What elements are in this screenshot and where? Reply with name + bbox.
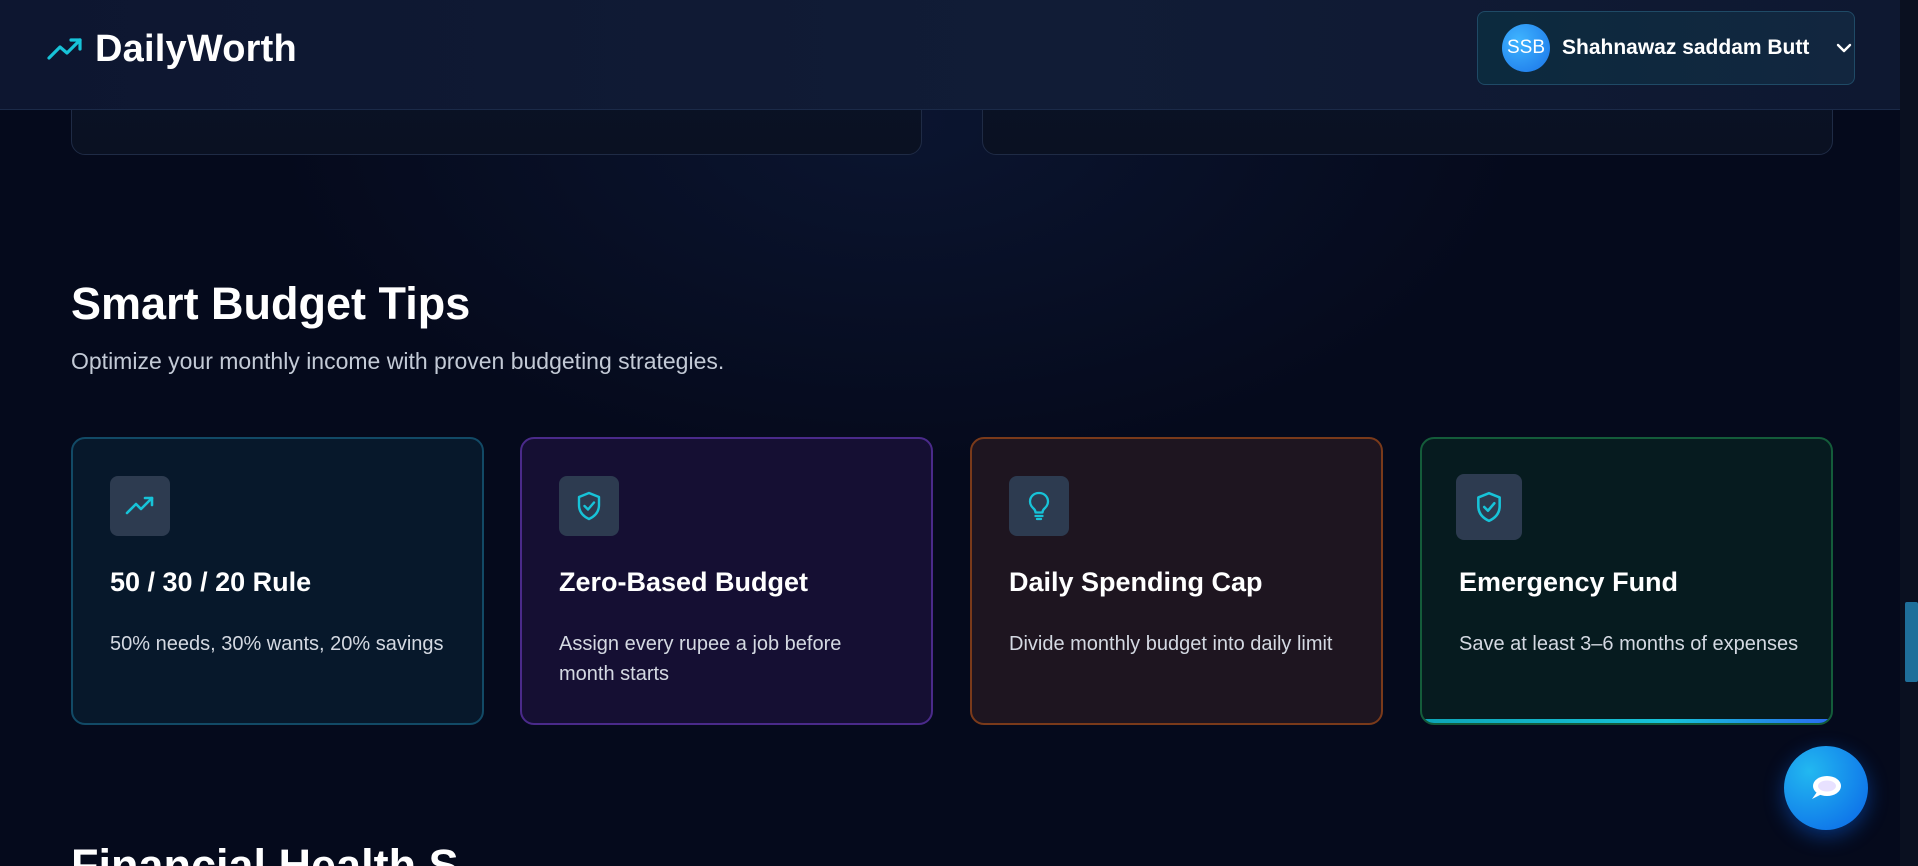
shield-check-icon — [577, 491, 601, 521]
section-subtitle: Optimize your monthly income with proven… — [71, 348, 725, 374]
chat-bubble-icon — [1812, 776, 1841, 799]
trend-up-icon — [47, 37, 82, 60]
tip-icon-box — [110, 476, 170, 536]
chevron-down-icon — [1837, 43, 1852, 53]
tip-icon-box — [559, 476, 619, 536]
section-title: Smart Budget Tips — [71, 278, 471, 329]
user-menu-button[interactable]: SSB Shahnawaz saddam Butt — [1477, 11, 1855, 85]
shield-check-icon — [1477, 491, 1501, 523]
tip-title: Emergency Fund — [1459, 567, 1679, 597]
tip-card-zero-based[interactable]: Zero-Based Budget Assign every rupee a j… — [520, 437, 933, 725]
tip-description: Divide monthly budget into daily limit — [1009, 633, 1333, 655]
top-nav: DailyWorth SSB Shahnawaz saddam Butt — [0, 0, 1900, 110]
scrollbar-thumb[interactable] — [1905, 602, 1918, 682]
next-section-title: Financial Health S — [71, 840, 459, 866]
user-name: Shahnawaz saddam Butt — [1562, 36, 1810, 59]
tip-description: Save at least 3–6 months of expenses — [1459, 633, 1799, 655]
chat-button[interactable] — [1784, 746, 1868, 830]
hover-accent-bar — [1422, 719, 1831, 723]
tip-title: Zero-Based Budget — [559, 567, 809, 597]
page: DailyWorth SSB Shahnawaz saddam Butt Sma… — [0, 0, 1918, 866]
tip-title: 50 / 30 / 20 Rule — [110, 567, 312, 597]
tip-card-daily-cap[interactable]: Daily Spending Cap Divide monthly budget… — [970, 437, 1383, 725]
tip-card-emergency-fund[interactable]: Emergency Fund Save at least 3–6 months … — [1420, 437, 1833, 725]
tip-description: 50% needs, 30% wants, 20% savings — [110, 633, 444, 655]
tip-card-50-30-20[interactable]: 50 / 30 / 20 Rule 50% needs, 30% wants, … — [71, 437, 484, 725]
trend-up-icon — [125, 496, 154, 515]
tip-icon-box — [1456, 474, 1522, 540]
tip-title: Daily Spending Cap — [1009, 567, 1263, 597]
tip-icon-box — [1009, 476, 1069, 536]
brand[interactable]: DailyWorth — [47, 28, 297, 71]
tip-description: Assign every rupee a job before month st… — [559, 633, 842, 685]
avatar: SSB — [1502, 24, 1550, 72]
lightbulb-icon — [1028, 491, 1050, 521]
brand-name: DailyWorth — [95, 28, 297, 70]
page-scrollbar[interactable] — [1900, 0, 1918, 866]
